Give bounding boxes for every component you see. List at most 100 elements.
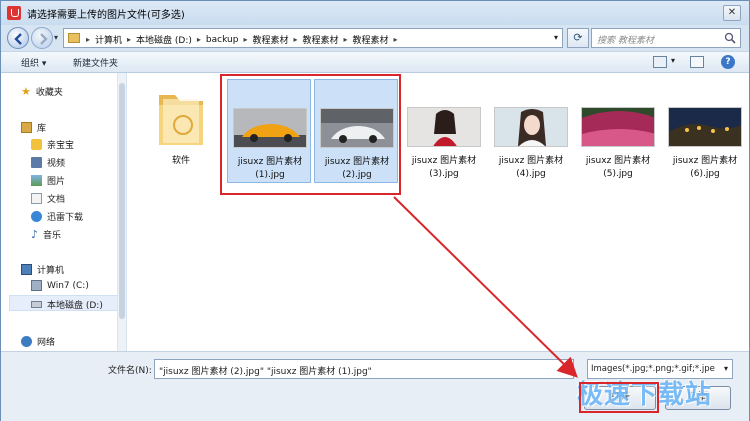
document-icon xyxy=(31,193,42,204)
filename-input[interactable]: "jisuxz 图片素材 (2).jpg" "jisuxz 图片素材 (1).j… xyxy=(154,359,574,379)
breadcrumb-computer[interactable]: 计算机 xyxy=(95,33,122,46)
file-tile-image-3[interactable]: jisuxz 图片素材 (3).jpg xyxy=(402,79,486,183)
file-tile-image-6[interactable]: jisuxz 图片素材 (6).jpg xyxy=(663,79,747,183)
file-name: jisuxz 图片素材 (3).jpg xyxy=(411,156,477,179)
sidebar-item-network[interactable]: 网络 xyxy=(21,335,55,348)
address-dropdown-icon[interactable]: ▾ xyxy=(554,33,558,42)
navigation-pane: ★ 收藏夹 库 亲宝宝 视频 图片 文档 迅雷下载 ♪ 音乐 计算机 Win7 … xyxy=(1,73,126,351)
close-button[interactable]: ✕ xyxy=(723,5,741,21)
sidebar-item-label: 网络 xyxy=(37,338,56,348)
drive-icon xyxy=(31,301,42,308)
breadcrumb-folder-3[interactable]: 教程素材 xyxy=(353,33,389,46)
breadcrumb-folder-1[interactable]: 教程素材 xyxy=(252,33,288,46)
sidebar-item-video[interactable]: 视频 xyxy=(31,156,65,169)
computer-icon xyxy=(21,264,32,275)
sidebar-item-label: Win7 (C:) xyxy=(47,280,89,291)
sidebar-item-label: 文档 xyxy=(47,195,66,205)
network-icon xyxy=(21,336,32,347)
file-type-value: Images(*.jpg;*.png;*.gif;*.jpe xyxy=(591,364,715,374)
file-name: jisuxz 图片素材 (5).jpg xyxy=(585,156,651,179)
breadcrumb: ▸ 计算机 ▸ 本地磁盘 (D:) ▸ backup ▸ 教程素材 ▸ 教程素材… xyxy=(86,33,398,47)
image-thumbnail xyxy=(494,107,568,147)
image-thumbnail xyxy=(407,107,481,147)
filename-value: "jisuxz 图片素材 (2).jpg" "jisuxz 图片素材 (1).j… xyxy=(159,367,372,377)
title-bar: 请选择需要上传的图片文件(可多选) ✕ xyxy=(1,1,749,25)
breadcrumb-separator[interactable]: ▸ xyxy=(293,35,297,44)
filename-label: 文件名(N): xyxy=(108,366,152,376)
sidebar-item-label: 视频 xyxy=(47,159,66,169)
forward-button[interactable] xyxy=(31,27,53,49)
chevron-down-icon: ▾ xyxy=(723,364,728,373)
breadcrumb-folder-2[interactable]: 教程素材 xyxy=(303,33,339,46)
sidebar-item-label: 本地磁盘 (D:) xyxy=(47,301,103,311)
sidebar-item-drive-d[interactable]: 本地磁盘 (D:) xyxy=(31,298,103,311)
sidebar-item-label: 计算机 xyxy=(37,266,65,276)
search-icon xyxy=(724,32,736,44)
arrow-right-icon xyxy=(40,33,48,45)
breadcrumb-separator[interactable]: ▸ xyxy=(127,35,131,44)
file-tile-image-4[interactable]: jisuxz 图片素材 (4).jpg xyxy=(489,79,573,183)
breadcrumb-separator[interactable]: ▸ xyxy=(344,35,348,44)
file-name: 软件 xyxy=(171,156,190,166)
sidebar-item-music[interactable]: ♪ 音乐 xyxy=(31,228,61,241)
sidebar-scrollbar[interactable] xyxy=(117,73,126,351)
sidebar-item-computer[interactable]: 计算机 xyxy=(21,263,64,276)
address-row: ▾ ▸ 计算机 ▸ 本地磁盘 (D:) ▸ backup ▸ 教程素材 ▸ 教程… xyxy=(1,25,749,51)
new-folder-button[interactable]: 新建文件夹 xyxy=(73,56,118,69)
folder-icon xyxy=(68,33,80,43)
refresh-icon: ⟳ xyxy=(573,31,583,44)
sidebar-item-label: 音乐 xyxy=(43,231,62,241)
image-thumbnail xyxy=(668,107,742,147)
open-button-highlight-box xyxy=(579,382,659,413)
dialog-title: 请选择需要上传的图片文件(可多选) xyxy=(27,10,185,21)
library-icon xyxy=(21,122,32,133)
file-tile-image-5[interactable]: jisuxz 图片素材 (5).jpg xyxy=(576,79,660,183)
history-dropdown-icon[interactable]: ▾ xyxy=(54,33,58,42)
sidebar-item-library[interactable]: 库 xyxy=(21,121,46,134)
breadcrumb-separator[interactable]: ▸ xyxy=(197,35,201,44)
breadcrumb-separator[interactable]: ▸ xyxy=(243,35,247,44)
organize-menu[interactable]: 组织 ▾ xyxy=(21,56,46,69)
sidebar-item-pictures[interactable]: 图片 xyxy=(31,174,65,187)
view-mode-icon[interactable] xyxy=(653,56,667,68)
sidebar-item-documents[interactable]: 文档 xyxy=(31,192,65,205)
selection-highlight-box xyxy=(220,74,401,195)
image-thumbnail xyxy=(581,107,655,147)
address-bar[interactable]: ▸ 计算机 ▸ 本地磁盘 (D:) ▸ backup ▸ 教程素材 ▸ 教程素材… xyxy=(63,28,563,48)
breadcrumb-backup[interactable]: backup xyxy=(206,35,239,45)
baby-app-icon xyxy=(31,139,42,150)
sidebar-item-label: 亲宝宝 xyxy=(47,141,75,151)
system-drive-icon xyxy=(31,280,42,291)
sidebar-item-label: 图片 xyxy=(47,177,66,187)
search-placeholder: 搜索 教程素材 xyxy=(597,36,654,46)
breadcrumb-drive-d[interactable]: 本地磁盘 (D:) xyxy=(136,33,192,46)
folder-icon xyxy=(159,95,203,145)
sidebar-item-xunlei[interactable]: 迅雷下载 xyxy=(31,210,83,223)
arrow-left-icon xyxy=(14,33,22,45)
scrollbar-thumb[interactable] xyxy=(119,83,125,319)
search-input[interactable]: 搜索 教程素材 xyxy=(591,28,741,48)
app-icon xyxy=(7,6,21,20)
back-button[interactable] xyxy=(7,27,29,49)
refresh-button[interactable]: ⟳ xyxy=(567,28,589,48)
file-name: jisuxz 图片素材 (6).jpg xyxy=(672,156,738,179)
preview-pane-icon[interactable] xyxy=(690,56,704,68)
breadcrumb-separator: ▸ xyxy=(86,35,91,44)
sidebar-item-label: 库 xyxy=(37,124,47,134)
file-open-dialog: 请选择需要上传的图片文件(可多选) ✕ ▾ ▸ 计算机 ▸ 本地磁盘 (D:) … xyxy=(0,0,750,421)
star-icon: ★ xyxy=(21,85,31,98)
breadcrumb-separator[interactable]: ▸ xyxy=(394,35,398,44)
picture-icon xyxy=(31,175,42,186)
sidebar-item-favorites[interactable]: ★ 收藏夹 xyxy=(21,85,63,98)
help-icon[interactable]: ? xyxy=(721,55,735,69)
download-icon xyxy=(31,211,42,222)
sidebar-item-label: 收藏夹 xyxy=(35,88,63,98)
sidebar-item-drive-c[interactable]: Win7 (C:) xyxy=(31,280,89,291)
view-dropdown-icon[interactable]: ▾ xyxy=(671,56,675,65)
file-name: jisuxz 图片素材 (4).jpg xyxy=(498,156,564,179)
video-icon xyxy=(31,157,42,168)
sidebar-item-qinbaobao[interactable]: 亲宝宝 xyxy=(31,138,74,151)
music-note-icon: ♪ xyxy=(31,228,39,241)
file-tile-folder[interactable]: 软件 xyxy=(139,79,223,183)
command-toolbar: 组织 ▾ 新建文件夹 ▾ ? xyxy=(1,51,749,73)
